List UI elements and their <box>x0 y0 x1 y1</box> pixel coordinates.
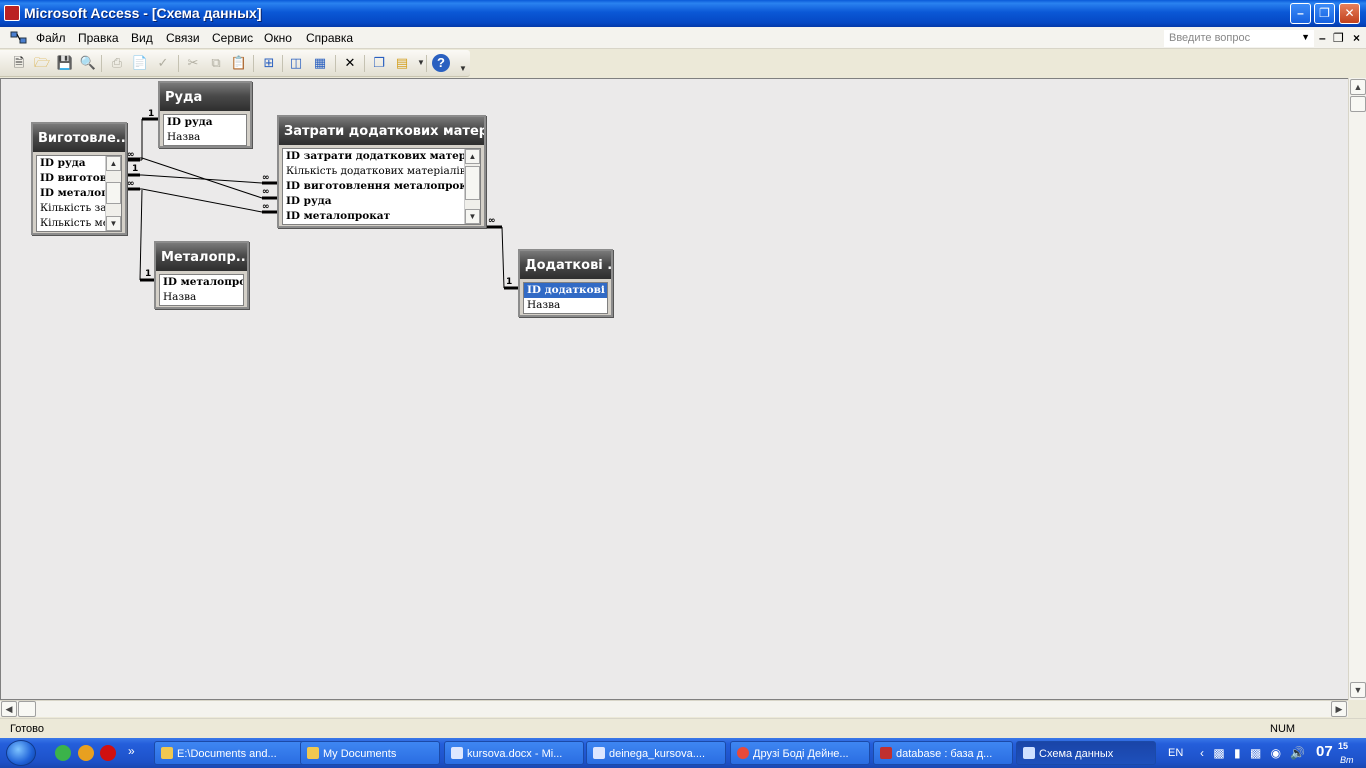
field-item[interactable]: ID руда <box>164 115 246 130</box>
chevron-down-icon[interactable]: ▼ <box>465 209 480 224</box>
field-item[interactable]: ID металопрокат <box>283 209 480 224</box>
field-list: ID металопрокат Назва <box>159 274 244 306</box>
scroll-thumb[interactable] <box>106 182 121 204</box>
chevron-right-icon[interactable]: » <box>128 744 135 758</box>
relation-many-label: ∞ <box>127 150 135 160</box>
relation-many-label: ∞ <box>488 216 496 226</box>
table-window-zatraty[interactable]: Затрати додаткових матеріа... ID затрати… <box>277 115 486 228</box>
relation-many-label: ∞ <box>262 173 270 183</box>
status-bar: Готово NUM <box>0 718 1366 738</box>
horizontal-scrollbar[interactable]: ◀ ▶ <box>0 700 1348 717</box>
scroll-thumb[interactable] <box>18 701 36 717</box>
clock-minutes: 15 <box>1338 741 1349 751</box>
table-title[interactable]: Руда <box>160 83 250 111</box>
field-item[interactable]: ID виготовлення металопрокату <box>283 179 480 194</box>
field-item[interactable]: Назва <box>160 290 243 305</box>
folder-icon <box>161 747 173 759</box>
chevron-up-icon[interactable]: ▲ <box>1350 79 1366 95</box>
chrome-icon <box>737 747 749 759</box>
field-item-selected[interactable]: ID додаткові ма <box>524 283 607 298</box>
word-icon <box>451 747 463 759</box>
task-button[interactable]: E:\Documents and... <box>154 741 304 765</box>
task-button[interactable]: database : база д... <box>873 741 1013 765</box>
table-title[interactable]: Затрати додаткових матеріа... <box>279 117 484 145</box>
task-label: My Documents <box>323 748 397 760</box>
chevron-right-icon[interactable]: ▶ <box>1331 701 1347 717</box>
relation-many-label: ∞ <box>127 179 135 189</box>
relation-one-label: 1 <box>506 277 512 287</box>
task-button[interactable]: My Documents <box>300 741 440 765</box>
task-label: database : база д... <box>896 748 993 760</box>
task-label: deinega_kursova.... <box>609 748 706 760</box>
relation-many-label: ∞ <box>262 187 270 197</box>
mdi-close-button[interactable]: × <box>1353 31 1360 45</box>
field-list: ID додаткові ма Назва <box>523 282 608 314</box>
chevron-left-icon[interactable]: ◀ <box>1 701 17 717</box>
access-icon <box>880 747 892 759</box>
task-label: kursova.docx - Mi... <box>467 748 563 760</box>
field-item[interactable]: ID металопрокат <box>160 275 243 290</box>
table-window-dodatkovi[interactable]: Додаткові ... ID додаткові ма Назва <box>518 249 613 317</box>
chevron-up-icon[interactable]: ▲ <box>465 149 480 164</box>
field-item[interactable]: Назва <box>524 298 607 313</box>
chevron-up-icon[interactable]: ▲ <box>106 156 121 171</box>
task-label: Друзі Боді Дейне... <box>753 748 849 760</box>
relation-one-label: 1 <box>145 269 151 279</box>
status-text: Готово <box>10 723 44 735</box>
table-window-metaloprokat[interactable]: Металопр... ID металопрокат Назва <box>154 241 249 309</box>
chevron-down-icon[interactable]: ▼ <box>1350 682 1366 698</box>
field-list-scrollbar[interactable]: ▲ ▼ <box>105 156 121 231</box>
clock-day: Вт <box>1340 755 1354 765</box>
task-button-active[interactable]: Схема данных <box>1016 741 1156 765</box>
word-icon <box>593 747 605 759</box>
task-button[interactable]: kursova.docx - Mi... <box>444 741 584 765</box>
clock-hours[interactable]: 07 <box>1316 743 1333 760</box>
field-item[interactable]: ID затрати додаткових матеріалів <box>283 149 480 164</box>
table-window-ruda[interactable]: Руда ID руда Назва <box>158 81 252 148</box>
field-list: ID руда Назва <box>163 114 247 146</box>
table-window-vyhotovlennia[interactable]: Виготовле... ID руда ID виготовле ID мет… <box>31 122 127 235</box>
table-title[interactable]: Виготовле... <box>33 124 125 152</box>
field-list: ID руда ID виготовле ID металопро Кількі… <box>36 155 122 232</box>
relation-many-label: ∞ <box>262 202 270 212</box>
field-item[interactable]: Кількість додаткових матеріалів <box>283 164 480 179</box>
utorrent-icon[interactable] <box>55 745 71 761</box>
task-button[interactable]: deinega_kursova.... <box>586 741 726 765</box>
task-label: Схема данных <box>1039 748 1114 760</box>
num-lock-indicator: NUM <box>1270 723 1296 735</box>
start-button[interactable] <box>6 740 36 766</box>
table-title[interactable]: Металопр... <box>156 243 247 271</box>
scroll-thumb[interactable] <box>465 166 480 200</box>
folder-icon <box>307 747 319 759</box>
relationship-window-icon <box>1023 747 1035 759</box>
field-item[interactable]: Назва <box>164 130 246 145</box>
relation-one-label: 1 <box>148 109 154 119</box>
taskbar: » E:\Documents and... My Documents kurso… <box>0 738 1366 768</box>
opera-icon[interactable] <box>100 745 116 761</box>
vertical-scrollbar[interactable]: ▲ ▼ <box>1348 78 1366 700</box>
aimp-icon[interactable] <box>78 745 94 761</box>
language-indicator[interactable]: EN <box>1168 747 1183 759</box>
chevron-down-icon[interactable]: ▼ <box>106 216 121 231</box>
scroll-thumb[interactable] <box>1350 96 1366 112</box>
table-title[interactable]: Додаткові ... <box>520 251 611 279</box>
field-item[interactable]: ID руда <box>283 194 480 209</box>
tray-icons[interactable]: ‹ ▩ ▮ ▩ ◉ 🔊 <box>1200 746 1308 760</box>
field-list: ID затрати додаткових матеріалів Кількіс… <box>282 148 481 225</box>
task-button[interactable]: Друзі Боді Дейне... <box>730 741 870 765</box>
field-list-scrollbar[interactable]: ▲ ▼ <box>464 149 480 224</box>
task-label: E:\Documents and... <box>177 748 277 760</box>
relation-one-label: 1 <box>132 164 138 174</box>
